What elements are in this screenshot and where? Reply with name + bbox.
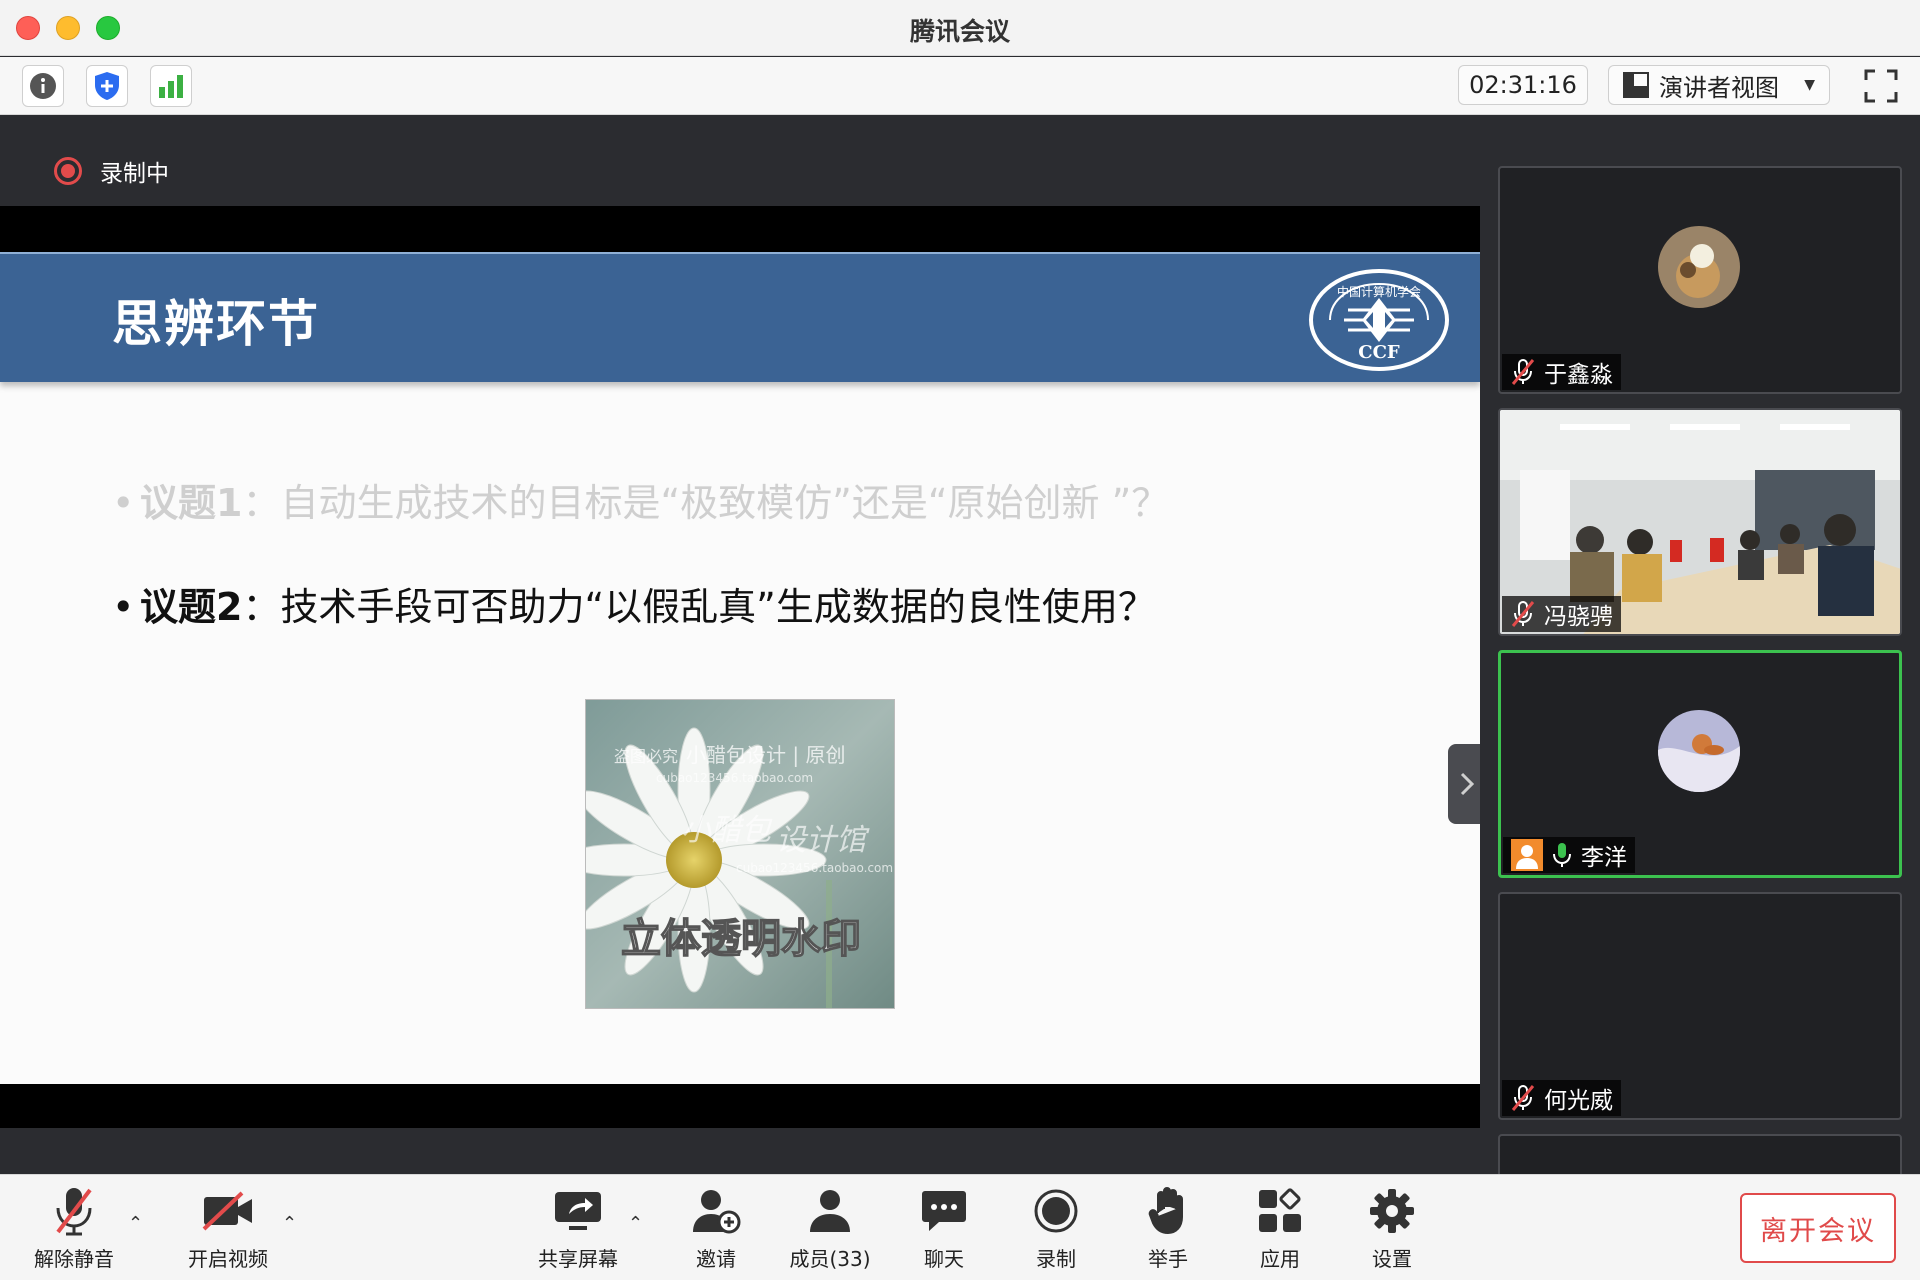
share-screen-icon xyxy=(555,1192,601,1230)
layout-icon xyxy=(1623,72,1649,98)
ccf-logo-icon: CCF 中国计算机学会 xyxy=(1309,269,1449,371)
settings-label: 设置 xyxy=(1372,1247,1412,1271)
members-button[interactable]: 成员(33) xyxy=(782,1185,878,1275)
fullscreen-button[interactable] xyxy=(1862,67,1900,105)
apps-button[interactable]: 应用 xyxy=(1232,1185,1328,1275)
record-icon xyxy=(1034,1189,1078,1233)
participant-name: 冯骁骋 xyxy=(1544,604,1613,630)
topic-2-text: ：技术手段可否助力“以假乱真”生成数据的良性使用？ xyxy=(242,585,1156,629)
shield-icon xyxy=(95,72,119,100)
ccf-logo-text: 中国计算机学会 xyxy=(1337,284,1421,299)
daisy-image: 盗图必究 小醋包设计 | 原创 cubao123456.taobao.com 小… xyxy=(586,700,894,1008)
window-title: 腾讯会议 xyxy=(909,17,1010,46)
watermark-5: 设计馆 xyxy=(776,823,870,858)
security-button[interactable] xyxy=(86,65,128,107)
watermark-3: cubao123456.taobao.com xyxy=(656,771,813,785)
hand-icon xyxy=(1148,1187,1183,1235)
network-status-button[interactable] xyxy=(150,65,192,107)
participant-nameplate: 于鑫淼 xyxy=(1502,354,1621,390)
invite-label: 邀请 xyxy=(696,1247,736,1271)
apps-label: 应用 xyxy=(1260,1247,1300,1271)
watermark-caption: 立体透明水印 xyxy=(621,916,861,962)
apps-grid-icon xyxy=(1259,1188,1301,1232)
top-toolbar: 02:31:16 演讲者视图 ▼ xyxy=(0,57,1920,115)
host-badge-icon xyxy=(1511,839,1543,871)
letterbox-top xyxy=(0,206,1480,252)
raise-hand-label: 举手 xyxy=(1148,1247,1188,1271)
share-options-chevron-icon[interactable]: ⌃ xyxy=(628,1213,643,1234)
gear-icon xyxy=(1370,1189,1414,1233)
participant-nameplate: 何光威 xyxy=(1502,1080,1621,1116)
title-bar: 腾讯会议 xyxy=(0,0,1920,56)
participant-tile[interactable]: 何光威 xyxy=(1498,892,1902,1120)
bottom-control-bar: 解除静音 ⌃ 开启视频 ⌃ 共享屏幕 ⌃ 邀请 成员(33) 聊天 录制 举手 … xyxy=(0,1174,1920,1280)
participant-name: 何光威 xyxy=(1544,1088,1613,1114)
participant-name: 于鑫淼 xyxy=(1544,362,1613,388)
watermark-4: 小醋包 xyxy=(681,813,773,848)
share-screen-label: 共享屏幕 xyxy=(538,1247,618,1271)
meeting-timer: 02:31:16 xyxy=(1458,65,1588,105)
raise-hand-button[interactable]: 举手 xyxy=(1120,1185,1216,1275)
chevron-right-icon xyxy=(1460,772,1475,796)
audio-options-chevron-icon[interactable]: ⌃ xyxy=(128,1213,143,1234)
settings-button[interactable]: 设置 xyxy=(1344,1185,1440,1275)
participant-name: 李洋 xyxy=(1581,845,1627,871)
share-screen-button[interactable]: 共享屏幕 xyxy=(530,1185,626,1275)
participant-tile[interactable]: 冯骁骋 xyxy=(1498,408,1902,636)
participant-tile[interactable]: 于鑫淼 xyxy=(1498,166,1902,394)
topic-1-text: ：自动生成技术的目标是“极致模仿”还是“原始创新 ”？ xyxy=(242,481,1170,525)
participant-video-list[interactable]: 于鑫淼 冯骁骋 李洋 何光威 xyxy=(1480,116,1920,1194)
mic-muted-icon xyxy=(1511,1085,1535,1111)
mic-muted-icon xyxy=(1511,359,1535,385)
record-dot-icon xyxy=(54,157,82,185)
signal-bars-icon xyxy=(159,75,183,98)
slide-topic-2: • 议题2：技术手段可否助力“以假乱真”生成数据的良性使用？ xyxy=(112,585,1156,629)
mic-muted-icon xyxy=(56,1188,92,1236)
slide-daisy-image: 盗图必究 小醋包设计 | 原创 cubao123456.taobao.com 小… xyxy=(585,699,895,1009)
recording-indicator[interactable]: 录制中 xyxy=(54,154,169,188)
presentation-slide: 思辨环节 CCF 中国计算机学会 • 议题1：自动生成技术的目标是“极致模仿”还是… xyxy=(0,252,1480,1084)
ccf-logo-abbr: CCF xyxy=(1358,342,1400,363)
record-label: 录制 xyxy=(1036,1247,1076,1271)
unmute-button[interactable]: 解除静音 xyxy=(26,1185,122,1275)
participant-tile-active-speaker[interactable]: 李洋 xyxy=(1498,650,1902,878)
avatar xyxy=(1658,226,1740,308)
recording-label: 录制中 xyxy=(100,161,169,187)
watermark-2: 小醋包设计 | 原创 xyxy=(686,743,845,767)
add-user-icon xyxy=(693,1190,741,1234)
topic-2-label: 议题2 xyxy=(140,585,243,629)
video-off-icon xyxy=(202,1191,252,1231)
leave-meeting-button[interactable]: 离开会议 xyxy=(1740,1193,1896,1263)
start-video-label: 开启视频 xyxy=(188,1247,268,1271)
chat-icon xyxy=(922,1191,966,1231)
mic-active-icon xyxy=(1553,843,1571,867)
slide-title: 思辨环节 xyxy=(112,295,320,353)
info-icon xyxy=(30,73,56,99)
chat-label: 聊天 xyxy=(924,1247,964,1271)
watermark-6: cubao123456.taobao.com xyxy=(736,861,893,875)
slide-topic-1: • 议题1：自动生成技术的目标是“极致模仿”还是“原始创新 ”？ xyxy=(112,481,1170,525)
view-mode-select[interactable]: 演讲者视图 ▼ xyxy=(1608,65,1830,105)
topic-1-label: 议题1 xyxy=(140,481,243,525)
unmute-label: 解除静音 xyxy=(34,1247,114,1271)
avatar xyxy=(1658,710,1740,792)
mic-muted-icon xyxy=(1511,601,1535,627)
invite-button[interactable]: 邀请 xyxy=(668,1185,764,1275)
shared-screen-stage: 录制中 思辨环节 CCF 中国计算机学会 • 议题1：自动生成技术的目标是“极致模… xyxy=(0,116,1488,1174)
slide-header: 思辨环节 CCF 中国计算机学会 xyxy=(0,252,1480,382)
members-label: 成员(33) xyxy=(789,1247,871,1271)
video-options-chevron-icon[interactable]: ⌃ xyxy=(282,1213,297,1234)
user-icon xyxy=(810,1190,850,1232)
letterbox-bottom xyxy=(0,1084,1480,1128)
record-button[interactable]: 录制 xyxy=(1008,1185,1104,1275)
watermark-1: 盗图必究 xyxy=(614,747,678,766)
fullscreen-icon xyxy=(1864,69,1898,103)
meeting-info-button[interactable] xyxy=(22,65,64,107)
start-video-button[interactable]: 开启视频 xyxy=(180,1185,276,1275)
chat-button[interactable]: 聊天 xyxy=(896,1185,992,1275)
participant-nameplate: 李洋 xyxy=(1503,837,1635,873)
participant-nameplate: 冯骁骋 xyxy=(1502,596,1621,632)
view-mode-label: 演讲者视图 xyxy=(1659,73,1779,102)
chevron-down-icon: ▼ xyxy=(1804,77,1815,93)
